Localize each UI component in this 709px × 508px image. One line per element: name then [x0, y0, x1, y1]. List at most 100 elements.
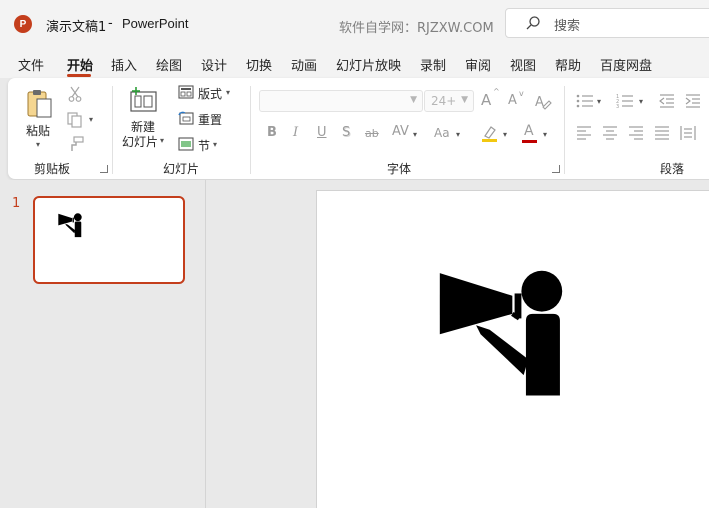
tab-insert[interactable]: 插入 — [111, 55, 137, 74]
tab-transitions[interactable]: 切换 — [246, 55, 272, 74]
tab-file[interactable]: 文件 — [18, 55, 44, 74]
font-color-chevron-icon[interactable]: ▾ — [543, 130, 547, 139]
font-name-chevron-icon: ▼ — [410, 95, 417, 105]
tab-animations[interactable]: 动画 — [291, 55, 317, 74]
paragraph-group-label: 段落 — [660, 162, 685, 176]
copy-chevron-icon[interactable]: ▾ — [89, 115, 93, 124]
new-slide-chevron-icon: ▾ — [160, 136, 165, 145]
highlight-chevron-icon[interactable]: ▾ — [503, 130, 507, 139]
bullets-icon[interactable] — [576, 93, 594, 109]
tab-baidu-netdisk[interactable]: 百度网盘 — [600, 55, 652, 74]
layout-chevron-icon: ▾ — [226, 88, 231, 97]
font-size-dropdown[interactable]: 24+ ▼ — [424, 90, 474, 112]
reset-button[interactable]: 重置 — [178, 110, 238, 128]
align-right-icon[interactable] — [628, 126, 644, 140]
change-case-button[interactable]: Aa — [434, 126, 450, 140]
font-name-dropdown[interactable]: ▼ — [259, 90, 423, 112]
slides-group-label: 幻灯片 — [163, 162, 200, 176]
reset-label: 重置 — [198, 113, 223, 127]
text-shadow-button[interactable]: S — [342, 125, 350, 140]
strikethrough-button[interactable]: ab — [365, 127, 379, 140]
decrease-font-caret-icon: v — [519, 89, 524, 98]
paste-icon — [27, 90, 52, 118]
slide-canvas[interactable] — [316, 190, 709, 508]
increase-indent-icon[interactable] — [685, 93, 701, 109]
font-dialog-launcher-icon[interactable] — [552, 165, 560, 173]
tab-view[interactable]: 视图 — [510, 55, 536, 74]
group-divider — [564, 86, 565, 174]
tab-record[interactable]: 录制 — [420, 55, 446, 74]
new-slide-label-line2: 幻灯片 — [122, 135, 159, 149]
title-bar: P 演示文稿1 - PowerPoint 软件自学网：RJZXW.COM 搜索 — [0, 0, 709, 46]
distributed-icon[interactable] — [680, 125, 696, 141]
search-box[interactable]: 搜索 — [505, 8, 709, 38]
numbering-chevron-icon[interactable]: ▾ — [639, 97, 643, 106]
watermark-text: 软件自学网：RJZXW.COM — [339, 21, 494, 36]
justify-icon[interactable] — [654, 126, 670, 140]
font-size-chevron-icon: ▼ — [461, 95, 468, 105]
layout-icon — [178, 85, 194, 99]
slide-thumbnail[interactable] — [33, 196, 185, 284]
underline-button[interactable]: U — [317, 125, 327, 140]
paste-chevron-icon: ▾ — [36, 140, 41, 149]
tab-review[interactable]: 审阅 — [465, 55, 491, 74]
bullets-chevron-icon[interactable]: ▾ — [597, 97, 601, 106]
ribbon-panel: 粘贴 ▾ ▾ 剪贴板 新建 幻灯片 ▾ 版式 ▾ 重置 节 ▾ 幻灯片 ▼ 24… — [8, 78, 709, 179]
format-painter-icon[interactable] — [68, 136, 84, 152]
group-divider — [250, 86, 251, 174]
layout-button[interactable]: 版式 ▾ — [178, 84, 242, 102]
decrease-indent-icon[interactable] — [659, 93, 675, 109]
increase-font-caret-icon: ^ — [493, 87, 500, 96]
paste-label: 粘贴 — [26, 124, 51, 138]
increase-font-size-icon[interactable]: A — [481, 91, 491, 109]
align-left-icon[interactable] — [576, 126, 592, 140]
clipboard-group-label: 剪贴板 — [34, 162, 71, 176]
font-color-swatch — [522, 140, 537, 143]
align-center-icon[interactable] — [602, 126, 618, 140]
app-name: PowerPoint — [122, 16, 189, 31]
bold-button[interactable]: B — [267, 125, 277, 140]
numbering-icon[interactable]: 1 2 3 — [616, 93, 634, 109]
svg-text:3: 3 — [616, 104, 619, 109]
character-spacing-chevron-icon[interactable]: ▾ — [413, 130, 417, 139]
decrease-font-size-icon[interactable]: A — [508, 93, 517, 108]
new-slide-button[interactable]: 新建 幻灯片 ▾ — [120, 84, 166, 150]
tab-slideshow[interactable]: 幻灯片放映 — [336, 55, 401, 74]
reset-icon — [178, 111, 194, 125]
search-icon — [526, 16, 540, 30]
section-label: 节 — [198, 139, 211, 153]
clipboard-dialog-launcher-icon[interactable] — [100, 165, 108, 173]
section-chevron-icon: ▾ — [213, 140, 218, 149]
cut-icon[interactable] — [68, 86, 82, 102]
powerpoint-logo-icon: P — [14, 15, 32, 33]
section-icon — [178, 137, 194, 151]
character-spacing-button[interactable]: AV — [392, 124, 409, 139]
highlight-color-icon[interactable] — [480, 124, 500, 144]
group-divider — [112, 86, 113, 174]
active-tab-indicator — [67, 74, 91, 77]
ribbon-tabs: 文件 开始 插入 绘图 设计 切换 动画 幻灯片放映 录制 审阅 视图 帮助 百… — [0, 46, 709, 78]
new-slide-icon — [130, 87, 157, 112]
paste-button[interactable]: 粘贴 ▾ — [22, 84, 56, 150]
document-title: 演示文稿1 — [46, 20, 107, 35]
change-case-chevron-icon[interactable]: ▾ — [456, 130, 460, 139]
font-size-value: 24+ — [431, 94, 457, 108]
tab-help[interactable]: 帮助 — [555, 55, 581, 74]
megaphone-person-icon — [58, 213, 82, 238]
italic-button[interactable]: I — [293, 125, 298, 140]
font-color-button[interactable]: A — [522, 122, 538, 144]
font-group-label: 字体 — [387, 162, 412, 176]
svg-text:A: A — [535, 95, 544, 110]
slide-number: 1 — [12, 196, 21, 211]
search-placeholder: 搜索 — [554, 19, 581, 34]
tab-home[interactable]: 开始 — [67, 55, 93, 74]
title-separator: - — [108, 16, 113, 31]
section-button[interactable]: 节 ▾ — [178, 136, 234, 154]
layout-label: 版式 — [198, 87, 223, 101]
font-color-letter: A — [524, 123, 534, 139]
tab-design[interactable]: 设计 — [201, 55, 227, 74]
copy-icon[interactable] — [67, 112, 83, 128]
megaphone-person-icon[interactable] — [433, 263, 569, 401]
tab-draw[interactable]: 绘图 — [156, 55, 182, 74]
clear-formatting-icon[interactable]: A — [534, 92, 552, 110]
